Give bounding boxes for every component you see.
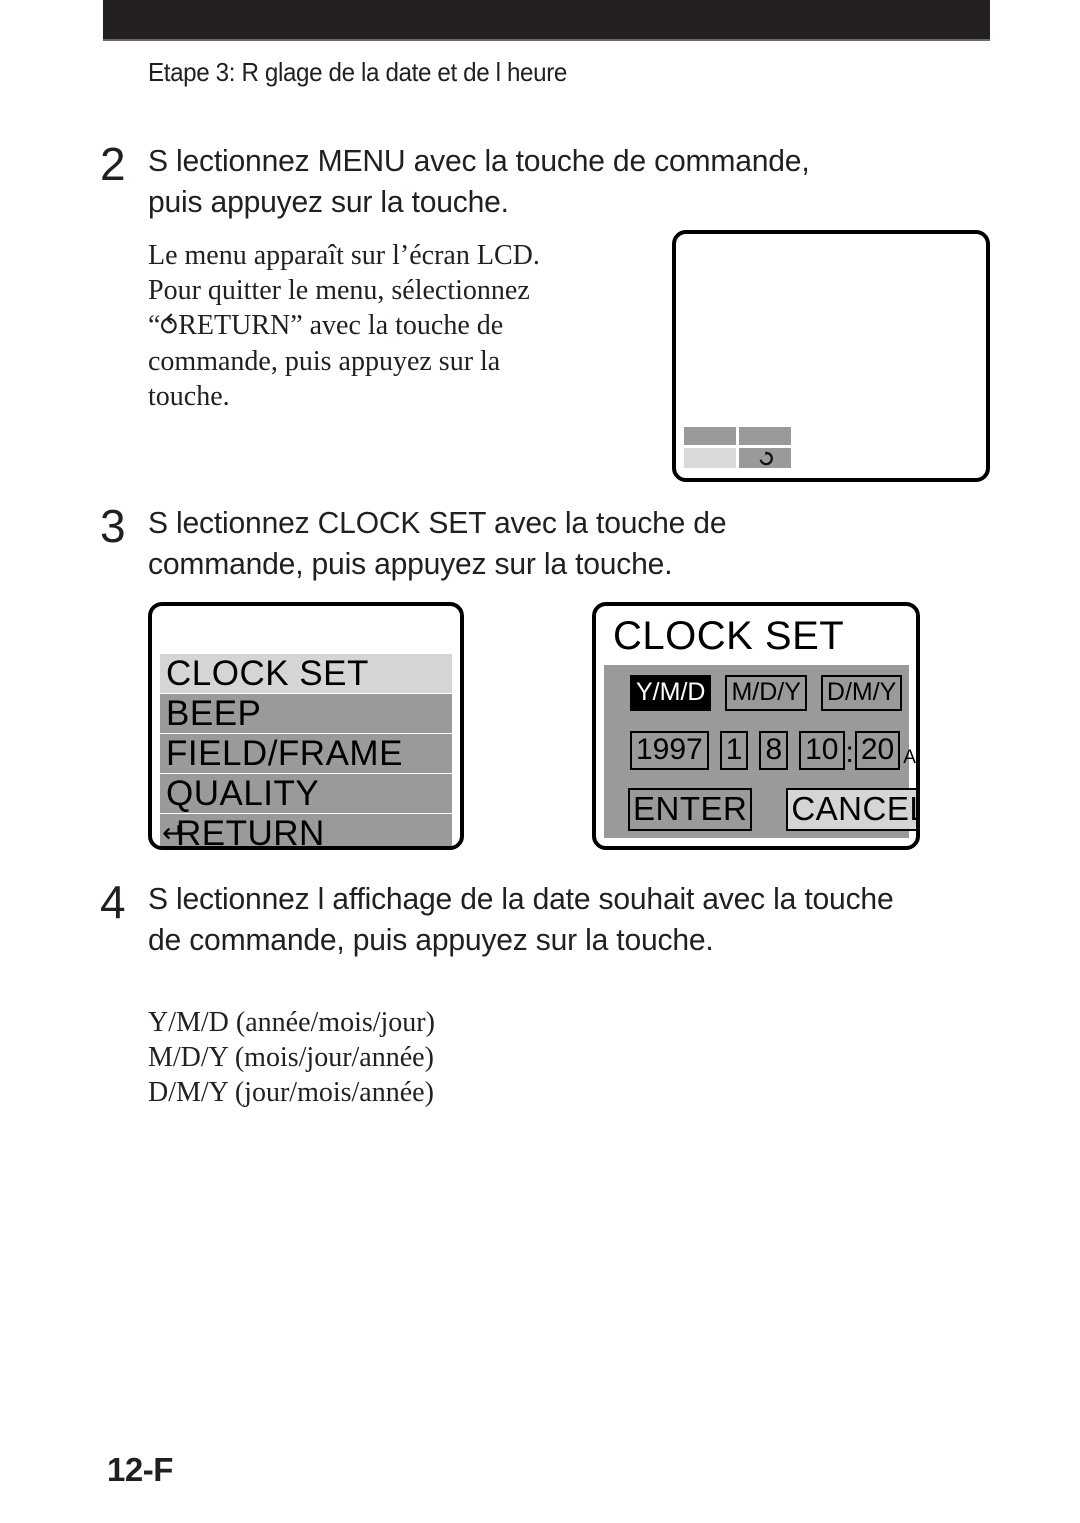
step-4-number: 4: [100, 876, 126, 928]
lcd-tile-bottom-left: [684, 448, 736, 468]
menu-list: CLOCK SET BEEP FIELD/FRAME QUALITY ↵ RET…: [160, 654, 452, 850]
blank-lcd-screen: [672, 230, 990, 482]
page-number: 12-F: [107, 1451, 173, 1488]
clock-set-lcd-screen: CLOCK SET Y/M/D M/D/Y D/M/Y 1997 1 8 10 …: [592, 602, 920, 850]
menu-item-label: BEEP: [166, 694, 262, 733]
date-format-ymd[interactable]: Y/M/D: [630, 675, 712, 711]
cancel-button[interactable]: CANCEL: [786, 788, 916, 831]
menu-item-return[interactable]: ↵ RETURN: [160, 814, 452, 850]
step-3: 3 S lectionnez CLOCK SET avec la touche …: [100, 502, 890, 584]
clock-set-title: CLOCK SET: [613, 614, 845, 658]
step-2-note: Le menu apparaît sur l’écran LCD. Pour q…: [148, 238, 648, 414]
step-4: 4 S lectionnez l affichage de la date so…: [100, 878, 930, 960]
day-field[interactable]: 8: [759, 731, 789, 770]
legend-line-ymd: Y/M/D (année/mois/jour): [148, 1007, 435, 1038]
meridiem-label: AM: [903, 747, 916, 768]
minute-field[interactable]: 20: [854, 731, 901, 770]
year-field[interactable]: 1997: [630, 731, 709, 770]
menu-lcd-screen: CLOCK SET BEEP FIELD/FRAME QUALITY ↵ RET…: [148, 602, 464, 850]
step-2-text: S lectionnez MENU avec la touche de comm…: [148, 143, 810, 219]
date-format-legend: Y/M/D (année/mois/jour) M/D/Y (mois/jour…: [148, 1005, 648, 1110]
menu-item-clock-set[interactable]: CLOCK SET: [160, 654, 452, 693]
note-line-5: touche.: [148, 381, 230, 412]
lcd-tile-grid: [684, 427, 791, 468]
time-separator: :: [845, 736, 854, 769]
date-format-dmy[interactable]: D/M/Y: [820, 675, 903, 711]
date-time-fields: 1997 1 8 10 : 20 AM: [630, 731, 916, 770]
step-2-number: 2: [100, 138, 126, 190]
return-arrow-icon: ↵: [162, 818, 186, 849]
lcd-tile-bottom-right: [739, 448, 791, 468]
month-field[interactable]: 1: [719, 731, 749, 770]
page-title: Etape 3: R glage de la date et de l heur…: [148, 57, 567, 87]
return-arrow-icon: ⥁: [160, 312, 179, 342]
return-arrow-icon: [759, 451, 773, 465]
menu-item-label: CLOCK SET: [166, 654, 369, 693]
lcd-tile-top-left: [684, 427, 736, 445]
menu-item-quality[interactable]: QUALITY: [160, 774, 452, 813]
lcd-tile-top-right: [739, 427, 791, 445]
note-line-1: Le menu apparaît sur l’écran LCD.: [148, 240, 540, 271]
date-format-selector: Y/M/D M/D/Y D/M/Y: [630, 675, 903, 711]
note-line-4: commande, puis appuyez sur la: [148, 346, 501, 377]
menu-item-label: QUALITY: [166, 774, 320, 813]
menu-item-field-frame[interactable]: FIELD/FRAME: [160, 734, 452, 773]
menu-item-beep[interactable]: BEEP: [160, 694, 452, 733]
clock-set-buttons: ENTER CANCEL: [628, 788, 916, 831]
note-line-2: Pour quitter le menu, sélectionnez: [148, 275, 530, 306]
time-group: 10 : 20 AM: [799, 731, 916, 770]
clock-set-panel: Y/M/D M/D/Y D/M/Y 1997 1 8 10 : 20 AM EN…: [604, 665, 916, 838]
step-3-text: S lectionnez CLOCK SET avec la touche de…: [148, 505, 727, 581]
date-format-mdy[interactable]: M/D/Y: [725, 675, 807, 711]
step-4-text: S lectionnez l affichage de la date souh…: [148, 881, 894, 957]
menu-item-label: FIELD/FRAME: [166, 734, 403, 773]
legend-line-mdy: M/D/Y (mois/jour/année): [148, 1042, 434, 1073]
note-line-3: “⥁RETURN” avec la touche de: [148, 308, 648, 344]
step-3-number: 3: [100, 500, 126, 552]
note-line-3-text: RETURN” avec la touche de: [178, 310, 504, 341]
hour-field[interactable]: 10: [799, 731, 845, 770]
note-quote-open: “: [148, 310, 161, 341]
menu-item-label: RETURN: [176, 814, 325, 850]
legend-line-dmy: D/M/Y (jour/mois/année): [148, 1077, 434, 1108]
enter-button[interactable]: ENTER: [628, 788, 753, 831]
header-black-bar: [103, 0, 990, 39]
step-2: 2 S lectionnez MENU avec la touche de co…: [100, 140, 830, 222]
